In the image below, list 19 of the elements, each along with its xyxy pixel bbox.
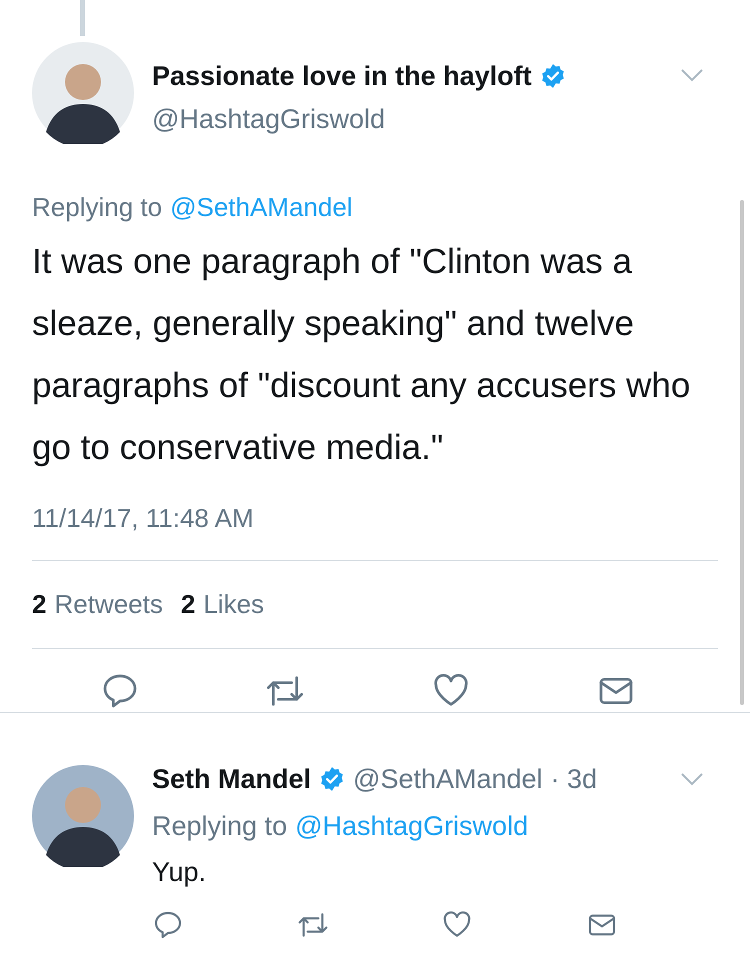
stat-label[interactable]: Retweets — [54, 585, 163, 624]
display-name[interactable]: Seth Mandel — [152, 759, 312, 800]
stat-label[interactable]: Likes — [203, 585, 264, 624]
replying-label: Replying to — [32, 191, 162, 224]
mention-link[interactable]: @SethAMandel — [170, 188, 353, 227]
display-name[interactable]: Passionate love in the hayloft — [152, 56, 532, 96]
timestamp: 11/14/17, 11:48 AM — [32, 502, 255, 535]
tweet-text: It was one paragraph of "Clinton was a sleaze, generally speaking" and twelve paragraphs of "discount any accusers who go to conservative media." — [32, 241, 692, 469]
scrollbar[interactable] — [740, 200, 744, 705]
replying-label: Replying to — [152, 810, 288, 843]
mention-link[interactable]: @HashtagGriswold — [295, 806, 528, 846]
user-handle[interactable]: @SethAMandel — [353, 759, 543, 800]
reply-text: Yup. — [152, 856, 208, 889]
stat-count: 2 — [180, 588, 196, 621]
avatar-icon — [32, 42, 134, 144]
user-handle[interactable]: @HashtagGriswold — [152, 98, 680, 139]
stat-count: 2 — [32, 588, 46, 621]
avatar-icon — [32, 765, 134, 867]
tweet-age: · 3d — [550, 763, 598, 796]
